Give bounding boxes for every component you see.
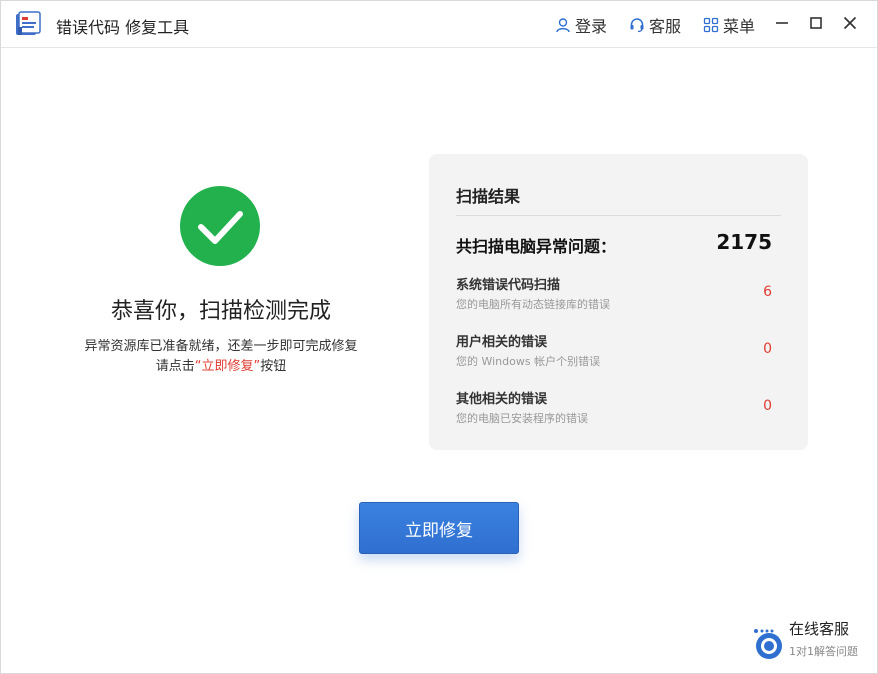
result-item-count: 0 xyxy=(763,341,772,357)
scan-complete-title: 恭喜你，扫描检测完成 xyxy=(110,299,331,324)
menu-label: 菜单 xyxy=(722,17,755,36)
result-item-title: 其他相关的错误 xyxy=(456,392,548,407)
result-item-system-errors: 系统错误代码扫描 您的电脑所有动态链接库的错误 6 xyxy=(456,274,772,314)
result-item-title: 用户相关的错误 xyxy=(456,335,548,350)
maximize-icon xyxy=(810,17,822,29)
description-highlight: “立即修复” xyxy=(194,359,261,374)
support-label: 客服 xyxy=(648,17,681,36)
result-item-title: 系统错误代码扫描 xyxy=(456,278,561,293)
result-item-count: 0 xyxy=(763,398,772,414)
scan-results-card: 扫描结果 共扫描电脑异常问题： 2175 系统错误代码扫描 您的电脑所有动态链接… xyxy=(429,154,808,450)
online-service-widget[interactable]: 在线客服 1对1解答问题 xyxy=(753,618,875,662)
minimize-icon xyxy=(776,22,788,24)
description-line-1: 异常资源库已准备就绪，还差一步即可完成修复 xyxy=(84,339,358,354)
description-line-2: 请点击“立即修复”按钮 xyxy=(41,357,401,377)
results-title: 扫描结果 xyxy=(456,187,521,206)
top-actions: 登录 客服 菜单 xyxy=(555,13,755,37)
title-bar: 错误代码 修复工具 登录 客服 菜单 xyxy=(1,1,877,48)
result-item-other-errors: 其他相关的错误 您的电脑已安装程序的错误 0 xyxy=(456,388,772,428)
total-issues-value: 2175 xyxy=(716,230,772,254)
close-icon xyxy=(843,16,857,30)
result-item-count: 6 xyxy=(763,284,772,300)
grid-menu-icon xyxy=(703,17,719,33)
result-item-subtitle: 您的电脑已安装程序的错误 xyxy=(456,412,588,425)
result-item-user-errors: 用户相关的错误 您的 Windows 帐户个别错误 0 xyxy=(456,331,772,371)
result-item-subtitle: 您的 Windows 帐户个别错误 xyxy=(456,355,601,368)
description-prefix: 请点击 xyxy=(155,359,195,374)
chat-bubble-icon xyxy=(754,629,782,659)
user-icon xyxy=(556,18,570,33)
login-label: 登录 xyxy=(574,17,607,36)
support-button[interactable]: 客服 xyxy=(629,13,681,37)
description-suffix: 按钮 xyxy=(260,359,287,374)
online-service-subtitle: 1对1解答问题 xyxy=(789,645,858,658)
app-logo-icon xyxy=(16,11,41,35)
app-window: 错误代码 修复工具 登录 客服 菜单 恭喜你，扫描检测完成 异常资源库已准备就绪… xyxy=(0,0,878,674)
menu-button[interactable]: 菜单 xyxy=(703,13,755,37)
fix-now-button[interactable]: 立即修复 xyxy=(359,502,519,554)
check-circle-icon xyxy=(180,186,260,266)
scan-complete-description: 异常资源库已准备就绪，还差一步即可完成修复 请点击“立即修复”按钮 xyxy=(41,337,401,377)
results-divider xyxy=(456,215,781,216)
login-button[interactable]: 登录 xyxy=(555,13,607,37)
app-title: 错误代码 修复工具 xyxy=(56,18,190,37)
maximize-button[interactable] xyxy=(807,13,825,33)
online-service-title: 在线客服 xyxy=(789,620,850,638)
close-button[interactable] xyxy=(841,13,859,33)
window-controls xyxy=(773,13,859,33)
headset-icon xyxy=(630,18,644,33)
result-item-subtitle: 您的电脑所有动态链接库的错误 xyxy=(456,298,610,311)
minimize-button[interactable] xyxy=(773,13,791,33)
total-issues-label: 共扫描电脑异常问题： xyxy=(456,237,617,256)
